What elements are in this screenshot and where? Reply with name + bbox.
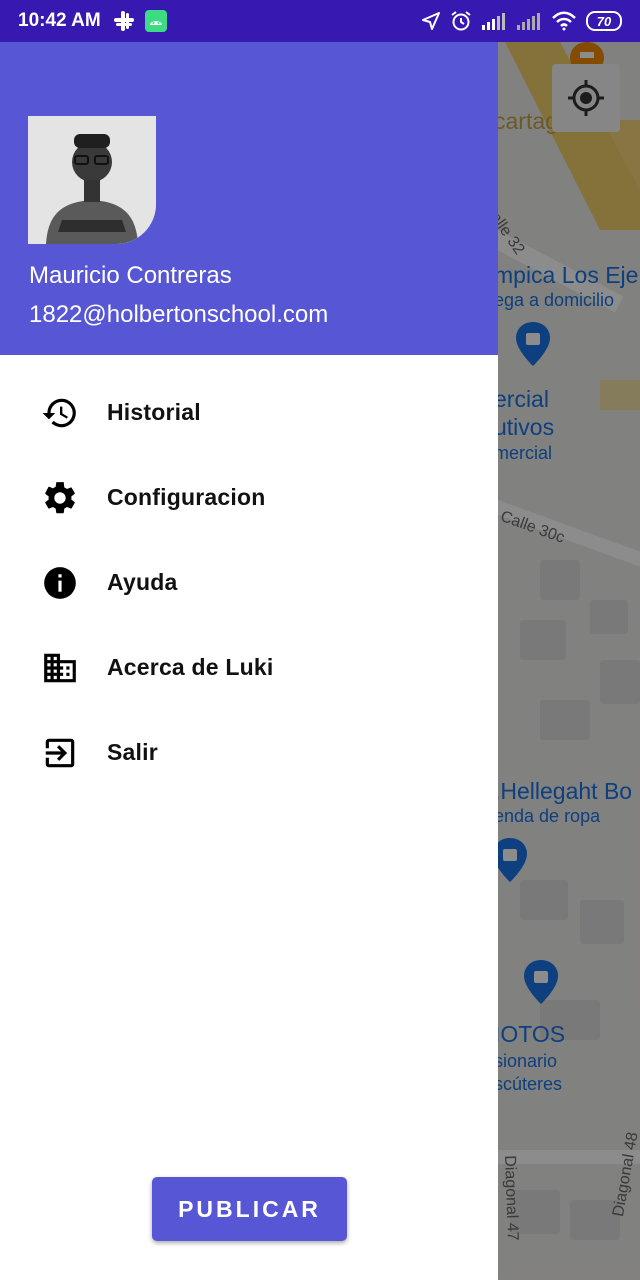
location-arrow-icon bbox=[422, 12, 440, 30]
history-icon bbox=[40, 393, 80, 433]
wifi-icon bbox=[552, 11, 576, 31]
menu-item-salir[interactable]: Salir bbox=[0, 710, 498, 795]
battery-indicator: 70 bbox=[586, 11, 622, 31]
menu-item-configuracion[interactable]: Configuracion bbox=[0, 455, 498, 540]
menu-item-historial[interactable]: Historial bbox=[0, 370, 498, 455]
status-bar: 10:42 AM 70 bbox=[0, 0, 640, 42]
info-icon bbox=[40, 563, 80, 603]
signal-icon bbox=[517, 13, 540, 30]
signal-icon bbox=[482, 13, 505, 30]
menu-item-label: Acerca de Luki bbox=[107, 654, 274, 680]
menu-item-label: Configuracion bbox=[107, 484, 266, 510]
publish-button[interactable]: PUBLICAR bbox=[152, 1177, 347, 1241]
user-email: 1822@holbertonschool.com bbox=[29, 301, 329, 328]
drawer-header: Mauricio Contreras 1822@holbertonschool.… bbox=[0, 42, 498, 355]
slack-icon bbox=[113, 11, 134, 31]
menu-item-label: Salir bbox=[107, 739, 158, 765]
avatar[interactable] bbox=[28, 116, 156, 244]
gear-icon bbox=[40, 478, 80, 518]
alarm-icon bbox=[451, 11, 471, 31]
menu-item-ayuda[interactable]: Ayuda bbox=[0, 540, 498, 625]
user-name: Mauricio Contreras bbox=[29, 262, 232, 289]
user-photo bbox=[28, 116, 156, 244]
menu-item-label: Ayuda bbox=[107, 569, 178, 595]
exit-icon bbox=[40, 733, 80, 773]
status-time: 10:42 AM bbox=[18, 10, 101, 31]
building-icon bbox=[40, 648, 80, 688]
android-icon bbox=[144, 10, 167, 32]
navigation-drawer: Mauricio Contreras 1822@holbertonschool.… bbox=[0, 42, 498, 1280]
menu-item-acerca[interactable]: Acerca de Luki bbox=[0, 625, 498, 710]
drawer-menu: Historial Configuracion Ayuda Acerca de … bbox=[0, 370, 498, 795]
menu-item-label: Historial bbox=[107, 399, 201, 425]
